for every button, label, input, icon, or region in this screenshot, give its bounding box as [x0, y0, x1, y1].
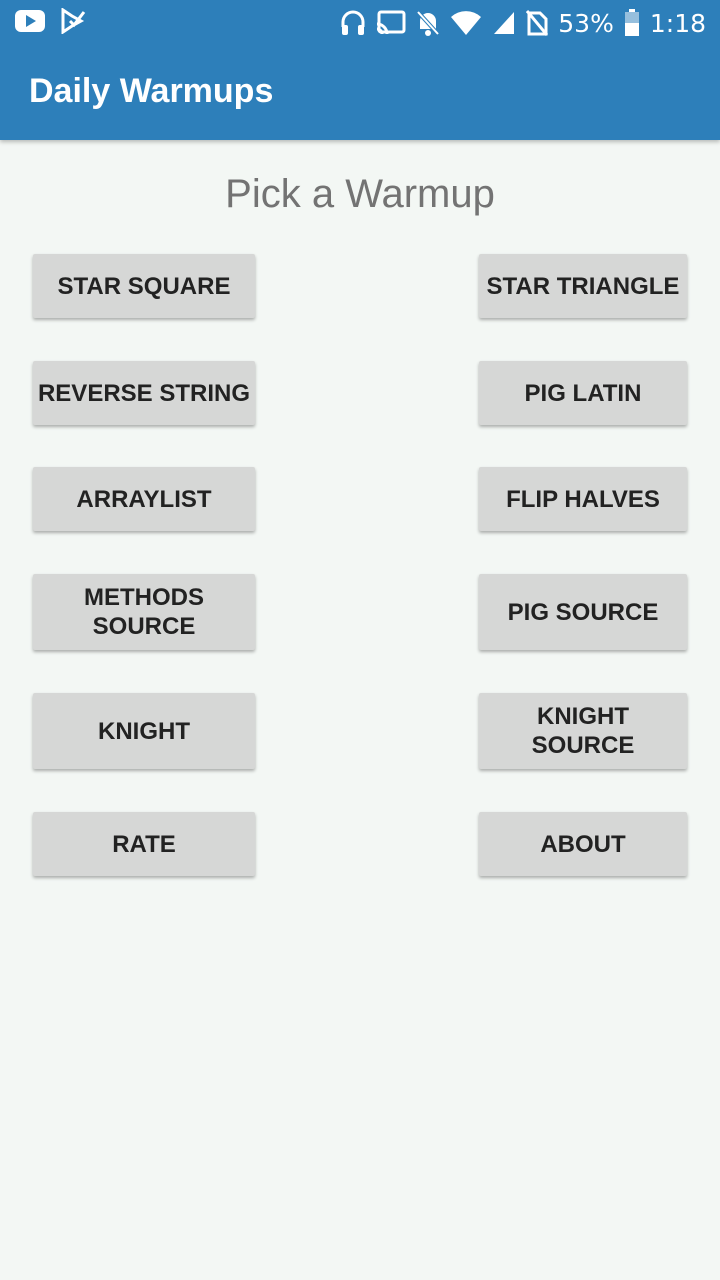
- no-sim-icon: [526, 9, 549, 37]
- app-title: Daily Warmups: [29, 72, 274, 110]
- knight-source-button[interactable]: KNIGHT SOURCE: [479, 693, 687, 769]
- play-check-icon: [60, 8, 86, 34]
- reverse-string-button[interactable]: REVERSE STRING: [33, 361, 255, 425]
- flip-halves-button[interactable]: FLIP HALVES: [479, 467, 687, 531]
- notifications-off-icon: [416, 9, 440, 37]
- page-heading: Pick a Warmup: [225, 172, 495, 216]
- app-bar: 53% 1:18 Daily Warmups: [0, 0, 720, 140]
- status-bar: 53% 1:18: [0, 0, 720, 46]
- cast-icon: [376, 10, 406, 36]
- battery-percent: 53%: [558, 8, 614, 38]
- headphones-icon: [340, 9, 366, 37]
- battery-icon: [624, 9, 640, 37]
- rate-button[interactable]: RATE: [33, 812, 255, 876]
- about-button[interactable]: ABOUT: [479, 812, 687, 876]
- pig-source-button[interactable]: PIG SOURCE: [479, 574, 687, 650]
- arraylist-button[interactable]: ARRAYLIST: [33, 467, 255, 531]
- clock: 1:18: [649, 8, 706, 38]
- methods-source-button[interactable]: METHODS SOURCE: [33, 574, 255, 650]
- youtube-icon: [14, 8, 46, 34]
- wifi-icon: [450, 10, 482, 36]
- pig-latin-button[interactable]: PIG LATIN: [479, 361, 687, 425]
- star-square-button[interactable]: STAR SQUARE: [33, 254, 255, 318]
- knight-button[interactable]: KNIGHT: [33, 693, 255, 769]
- signal-icon: [492, 10, 516, 36]
- star-triangle-button[interactable]: STAR TRIANGLE: [479, 254, 687, 318]
